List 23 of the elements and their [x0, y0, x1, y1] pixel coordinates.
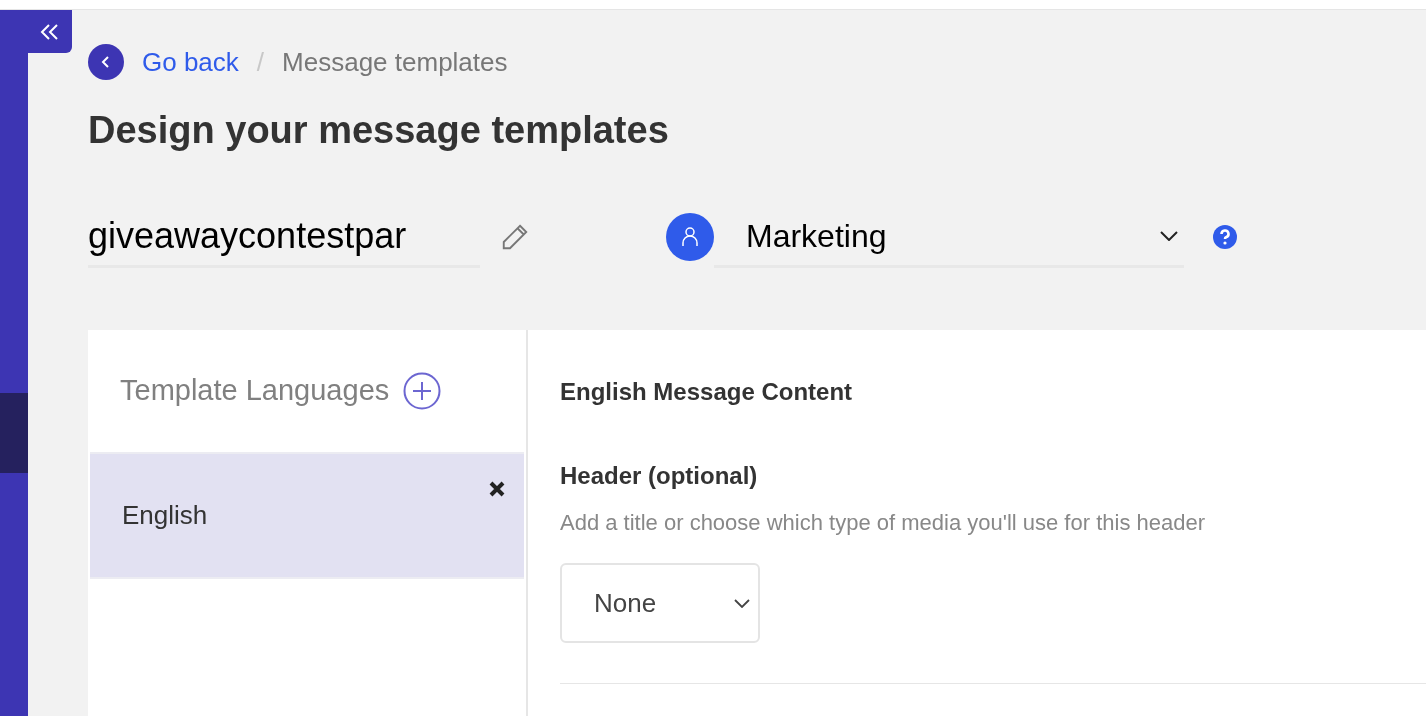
double-chevron-left-icon: [40, 22, 60, 41]
page-title: Design your message templates: [88, 108, 670, 153]
languages-heading: Template Languages: [120, 373, 390, 409]
chevron-down-icon: [734, 598, 750, 608]
chevron-down-icon: [1160, 230, 1178, 241]
category-select[interactable]: Marketing: [714, 206, 1184, 268]
template-name-field[interactable]: giveawaycontestpar: [88, 206, 480, 268]
go-back-link[interactable]: Go back: [142, 42, 239, 82]
language-item[interactable]: English: [90, 452, 524, 579]
breadcrumb-separator: /: [256, 45, 265, 79]
breadcrumb-current: Message templates: [282, 45, 508, 79]
chevron-left-icon: [101, 55, 111, 69]
pencil-icon[interactable]: [500, 222, 530, 252]
back-button[interactable]: [88, 44, 124, 80]
add-circle-icon[interactable]: [403, 372, 442, 410]
person-icon: [666, 213, 714, 261]
content-heading: English Message Content: [560, 377, 854, 407]
header-label: Header (optional): [560, 461, 759, 491]
header-hint: Add a title or choose which type of media you'll use for this header: [560, 509, 1206, 537]
header-type-select[interactable]: None: [560, 563, 760, 643]
help-icon[interactable]: [1212, 224, 1238, 250]
close-icon[interactable]: [488, 480, 506, 498]
collapse-button[interactable]: [28, 10, 72, 53]
